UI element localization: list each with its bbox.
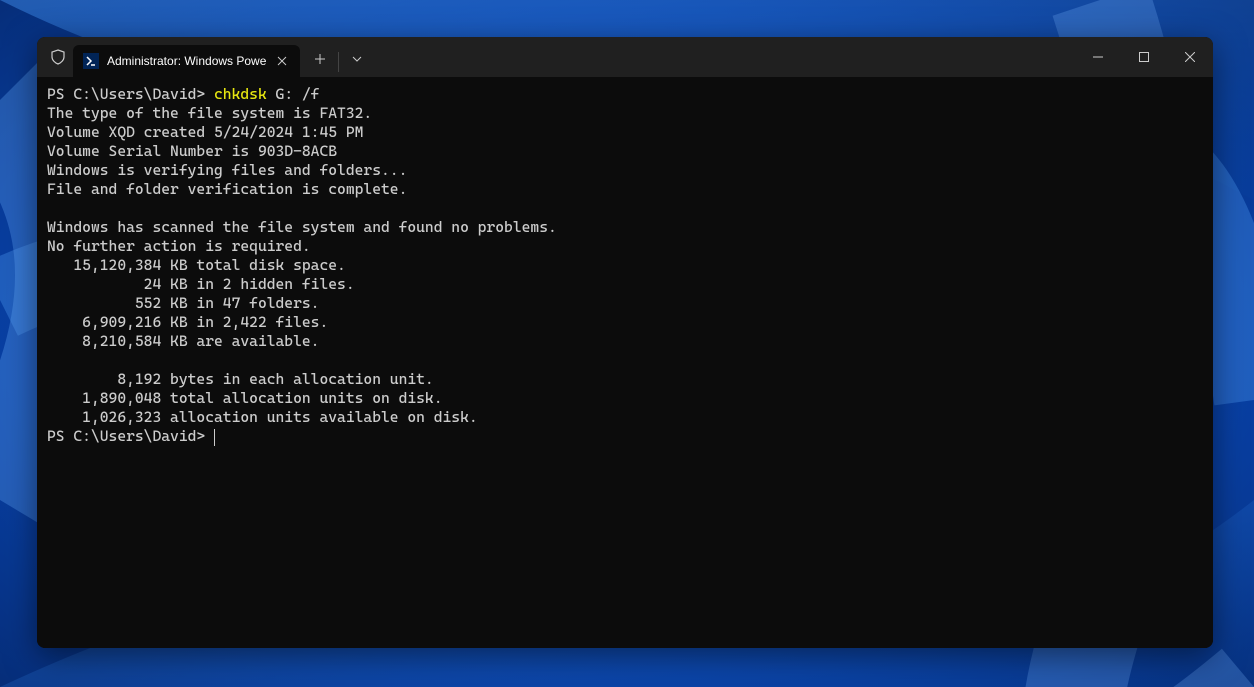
divider — [338, 52, 339, 72]
window-controls — [1075, 37, 1213, 77]
minimize-button[interactable] — [1075, 37, 1121, 77]
prompt-line-2: PS C:\Users\David> — [47, 427, 214, 445]
command-args: G: /f — [267, 85, 320, 103]
tab-powershell[interactable]: Administrator: Windows Powe — [73, 45, 300, 77]
tab-dropdown-button[interactable] — [341, 43, 373, 75]
cursor — [214, 429, 215, 446]
terminal-window: Administrator: Windows Powe — [37, 37, 1213, 648]
powershell-icon — [83, 53, 99, 69]
titlebar[interactable]: Administrator: Windows Powe — [37, 37, 1213, 77]
admin-shield-icon — [49, 48, 67, 66]
close-button[interactable] — [1167, 37, 1213, 77]
command-name: chkdsk — [214, 85, 267, 103]
new-tab-button[interactable] — [304, 43, 336, 75]
maximize-button[interactable] — [1121, 37, 1167, 77]
command-output: The type of the file system is FAT32. Vo… — [47, 104, 557, 426]
tab-close-button[interactable] — [274, 53, 290, 69]
tab-title: Administrator: Windows Powe — [107, 54, 266, 68]
terminal-output-area[interactable]: PS C:\Users\David> chkdsk G: /f The type… — [37, 77, 1213, 648]
prompt-line-1: PS C:\Users\David> — [47, 85, 214, 103]
